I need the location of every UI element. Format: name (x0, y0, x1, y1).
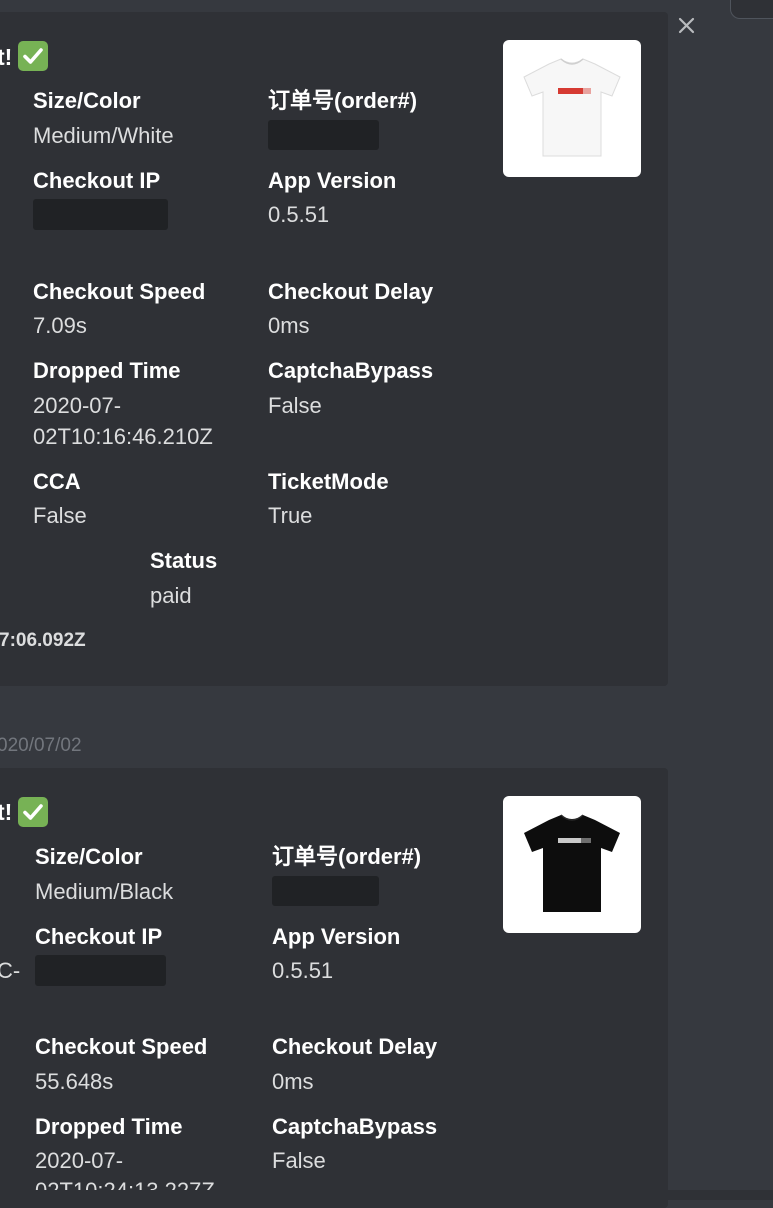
redacted-order-number (268, 120, 379, 150)
field-name-order-number: 订单号(order#) (272, 844, 422, 869)
field-value-ticket-mode: True (268, 503, 313, 528)
field-value-checkout-delay: 0ms (268, 313, 310, 338)
field-value-status: paid (150, 583, 192, 608)
embed-title: t! (0, 799, 13, 825)
field-name-checkout-speed: Checkout Speed (35, 1034, 208, 1059)
field-name-captcha-bypass: CaptchaBypass (272, 1114, 438, 1139)
field-value-checkout-delay: 0ms (272, 1069, 314, 1094)
embed-title: t! (0, 44, 13, 70)
field-name-dropped-time: Dropped Time (33, 358, 181, 383)
date-divider: 020/07/02 (0, 735, 82, 756)
field-name-checkout-ip: Checkout IP (33, 168, 161, 193)
truncated-left-text: C- (0, 958, 21, 983)
field-name-checkout-speed: Checkout Speed (33, 279, 206, 304)
field-value-checkout-speed: 55.648s (35, 1069, 114, 1094)
top-right-popout (730, 0, 773, 19)
redacted-checkout-ip (35, 955, 166, 986)
field-value-captcha-bypass: False (268, 393, 322, 418)
field-name-captcha-bypass: CaptchaBypass (268, 358, 434, 383)
field-name-checkout-delay: Checkout Delay (268, 279, 434, 304)
field-name-order-number: 订单号(order#) (268, 88, 418, 113)
field-value-cca: False (33, 503, 87, 528)
embed-footer-timestamp: 7:06.092Z (0, 630, 86, 651)
field-name-size-color: Size/Color (33, 88, 141, 113)
white-tshirt-thumbnail[interactable] (503, 40, 641, 177)
field-value-size-color: Medium/White (33, 123, 174, 148)
field-name-app-version: App Version (268, 168, 397, 193)
check-mark-icon (18, 797, 48, 827)
field-value-captcha-bypass: False (272, 1148, 326, 1173)
field-value-dropped-time-line2: 02T10:16:46.210Z (33, 424, 213, 449)
field-value-app-version: 0.5.51 (272, 958, 334, 983)
field-value-dropped-time-line1: 2020-07- (35, 1148, 124, 1173)
redacted-order-number (272, 876, 379, 906)
field-name-ticket-mode: TicketMode (268, 469, 389, 494)
redacted-checkout-ip (33, 199, 168, 230)
field-name-checkout-delay: Checkout Delay (272, 1034, 438, 1059)
black-tshirt-thumbnail[interactable] (503, 796, 641, 933)
bottom-edge (0, 1190, 773, 1200)
field-name-cca: CCA (33, 469, 81, 494)
field-value-checkout-speed: 7.09s (33, 313, 87, 338)
field-name-status: Status (150, 548, 218, 573)
field-name-app-version: App Version (272, 924, 401, 949)
field-value-size-color: Medium/Black (35, 879, 174, 904)
field-value-app-version: 0.5.51 (268, 202, 330, 227)
field-name-size-color: Size/Color (35, 844, 143, 869)
field-value-dropped-time-line1: 2020-07- (33, 393, 122, 418)
field-name-dropped-time: Dropped Time (35, 1114, 183, 1139)
check-mark-icon (18, 41, 48, 71)
close-icon[interactable] (672, 12, 700, 40)
field-name-checkout-ip: Checkout IP (35, 924, 163, 949)
